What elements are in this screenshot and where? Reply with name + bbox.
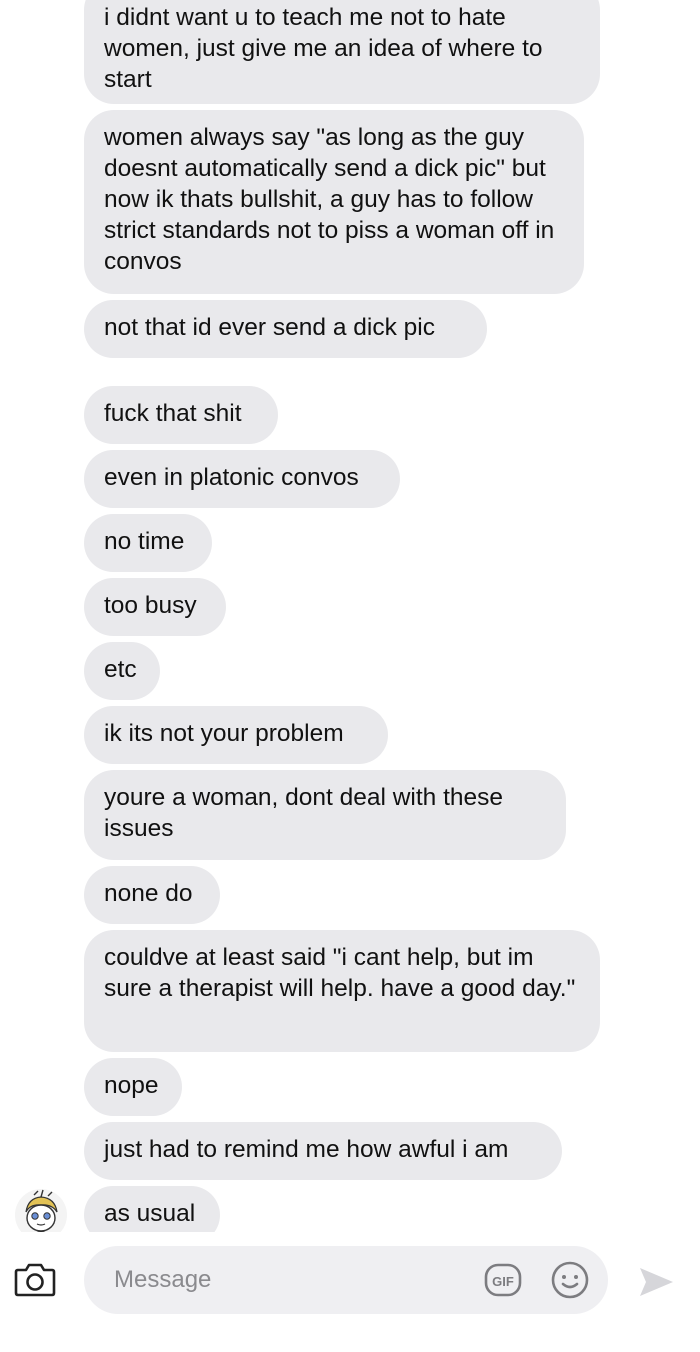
emoji-icon[interactable] <box>550 1260 590 1300</box>
message-bubble[interactable]: etc <box>84 642 160 700</box>
message-bubble[interactable]: no time <box>84 514 212 572</box>
message-text: women always say "as long as the guy doe… <box>104 124 555 275</box>
avatar-illustration <box>15 1189 67 1232</box>
message-bubble[interactable]: as usual <box>84 1186 220 1232</box>
message-text: too busy <box>104 592 197 619</box>
message-text: just had to remind me how awful i am <box>104 1136 509 1163</box>
camera-icon[interactable] <box>14 1258 56 1300</box>
message-text: couldve at least said "i cant help, but … <box>104 944 576 1002</box>
message-text: not that id ever send a dick pic <box>104 314 435 341</box>
message-bubble[interactable]: fuck that shit <box>84 386 278 444</box>
message-bubble[interactable]: just had to remind me how awful i am <box>84 1122 562 1180</box>
message-text: no time <box>104 528 185 555</box>
message-bubble[interactable]: none do <box>84 866 220 924</box>
message-text: none do <box>104 880 193 907</box>
message-text: fuck that shit <box>104 400 242 427</box>
message-bubble[interactable]: not that id ever send a dick pic <box>84 300 487 358</box>
message-text: i didnt want u to teach me not to hate w… <box>104 4 543 93</box>
message-text: ik its not your problem <box>104 720 344 747</box>
message-text: nope <box>104 1072 159 1099</box>
gif-label: GIF <box>492 1274 514 1289</box>
gif-icon[interactable]: GIF <box>484 1263 522 1297</box>
message-thread[interactable]: i didnt want u to teach me not to hate w… <box>0 0 700 1232</box>
message-bubble[interactable]: youre a woman, dont deal with these issu… <box>84 770 566 860</box>
message-bubble[interactable]: too busy <box>84 578 226 636</box>
message-bubble[interactable]: women always say "as long as the guy doe… <box>84 110 584 294</box>
message-text: as usual <box>104 1200 196 1227</box>
avatar[interactable] <box>14 1188 68 1232</box>
message-bubble[interactable]: nope <box>84 1058 182 1116</box>
message-input[interactable]: Message GIF <box>84 1246 608 1314</box>
message-bubble[interactable]: ik its not your problem <box>84 706 388 764</box>
message-placeholder: Message <box>114 1266 212 1293</box>
message-text: even in platonic convos <box>104 464 359 491</box>
message-bubble[interactable]: even in platonic convos <box>84 450 400 508</box>
send-icon[interactable] <box>636 1262 676 1302</box>
message-bubble[interactable]: i didnt want u to teach me not to hate w… <box>84 0 600 104</box>
message-text: youre a woman, dont deal with these issu… <box>104 784 504 842</box>
message-bubble[interactable]: couldve at least said "i cant help, but … <box>84 930 600 1052</box>
message-text: etc <box>104 656 137 683</box>
